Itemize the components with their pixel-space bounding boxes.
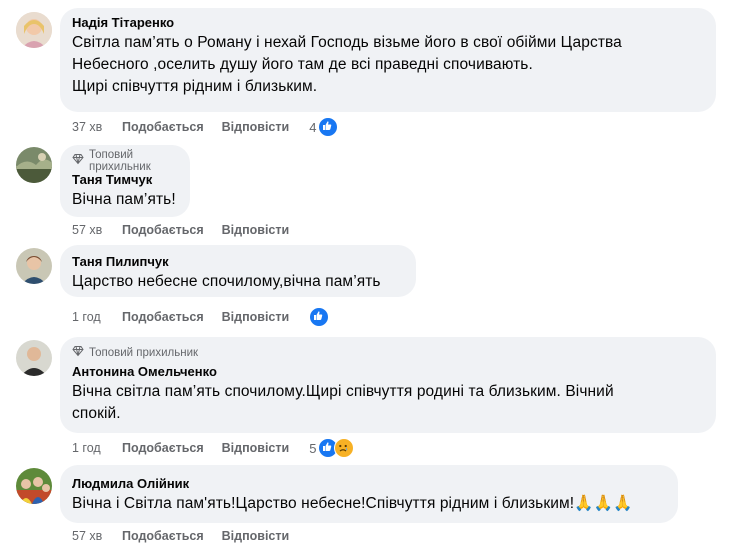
like-button[interactable]: Подобається (122, 223, 204, 237)
diamond-icon (72, 153, 84, 168)
comment-actions: 37 хв Подобається Відповісти 4 (72, 117, 339, 137)
like-reaction-icon (318, 117, 339, 137)
comment-bubble: Топовий прихильник Антонина Омельченко В… (60, 337, 716, 433)
comment-text-line: Щирі співчуття рідним і близьким. (72, 78, 318, 95)
top-fan-badge: Топовий прихильник (72, 345, 704, 360)
avatar[interactable] (16, 468, 52, 504)
comment-text: Вічна і Світла пам'ять!Царство небесне!С… (72, 493, 666, 515)
comment-author[interactable]: Людмила Олійник (72, 475, 666, 493)
comment-text: Царство небесне спочилому,вічна пам’ять (72, 271, 404, 293)
top-fan-badge: Топовий прихильник (72, 149, 178, 173)
like-button[interactable]: Подобається (122, 120, 204, 134)
comment-author[interactable]: Антонина Омельченко (72, 363, 704, 381)
comment-time[interactable]: 37 хв (72, 120, 122, 134)
comment-bubble: Надія Тітаренко Світла пам’ять о Роману … (60, 8, 716, 112)
comment-bubble: Таня Пилипчук Царство небесне спочилому,… (60, 245, 416, 297)
comment-author[interactable]: Таня Тимчук (72, 171, 178, 189)
badge-label: Топовий прихильник (89, 148, 151, 173)
reactions[interactable] (309, 307, 330, 327)
comment-bubble: Топовий прихильник Таня Тимчук Вічна пам… (60, 145, 190, 217)
reaction-count: 5 (309, 440, 317, 456)
comment-actions: 57 хв Подобається Відповісти (72, 526, 309, 546)
like-button[interactable]: Подобається (122, 529, 204, 543)
comment-text: Вічна світла пам’ять спочилому.Щирі спів… (72, 381, 704, 425)
comment-actions: 57 хв Подобається Відповісти (72, 220, 309, 240)
reaction-count: 4 (309, 119, 317, 135)
avatar[interactable] (16, 248, 52, 284)
reactions[interactable]: 4 (309, 117, 339, 137)
comment-time[interactable]: 57 хв (72, 223, 122, 237)
comment-author[interactable]: Таня Пилипчук (72, 253, 404, 271)
comment-actions: 1 год Подобається Відповісти (72, 307, 330, 327)
like-button[interactable]: Подобається (122, 310, 204, 324)
comment-text-line: Небесного ,оселить душу його там де всі … (72, 56, 533, 73)
comment-text-line: Вічна світла пам’ять спочилому.Щирі спів… (72, 383, 614, 400)
comment-text-line: Світла пам’ять о Роману і нехай Господь … (72, 34, 622, 51)
comment-text-line: Вічна і Світла пам'ять!Царство небесне!С… (72, 495, 633, 512)
reply-button[interactable]: Відповісти (222, 120, 290, 134)
reply-button[interactable]: Відповісти (222, 529, 290, 543)
diamond-icon (72, 345, 84, 360)
avatar-image (16, 248, 52, 284)
comment-actions: 1 год Подобається Відповісти 5 (72, 438, 355, 458)
reply-button[interactable]: Відповісти (222, 310, 290, 324)
sad-reaction-icon (334, 438, 355, 458)
comment-time[interactable]: 1 год (72, 441, 122, 455)
comment-time[interactable]: 1 год (72, 310, 122, 324)
avatar-image (16, 340, 52, 376)
comment-text-line: спокій. (72, 405, 121, 422)
comment-time[interactable]: 57 хв (72, 529, 122, 543)
reply-button[interactable]: Відповісти (222, 441, 290, 455)
comment-text-line: Вічна пам’ять! (72, 191, 176, 208)
avatar[interactable] (16, 12, 52, 48)
badge-label: Топовий прихильник (89, 346, 199, 359)
comment-text: Світла пам’ять о Роману і нехай Господь … (72, 32, 704, 98)
avatar[interactable] (16, 147, 52, 183)
avatar-image (16, 12, 52, 48)
comment-bubble: Людмила Олійник Вічна і Світла пам'ять!Ц… (60, 465, 678, 523)
reply-button[interactable]: Відповісти (222, 223, 290, 237)
comment-text-line: Царство небесне спочилому,вічна пам’ять (72, 273, 381, 290)
reactions[interactable]: 5 (309, 438, 355, 458)
avatar-image (16, 468, 52, 504)
avatar-image (16, 147, 52, 183)
avatar[interactable] (16, 340, 52, 376)
like-reaction-icon (309, 307, 330, 327)
comment-text: Вічна пам’ять! (72, 189, 178, 211)
comment-author[interactable]: Надія Тітаренко (72, 14, 704, 32)
like-button[interactable]: Подобається (122, 441, 204, 455)
